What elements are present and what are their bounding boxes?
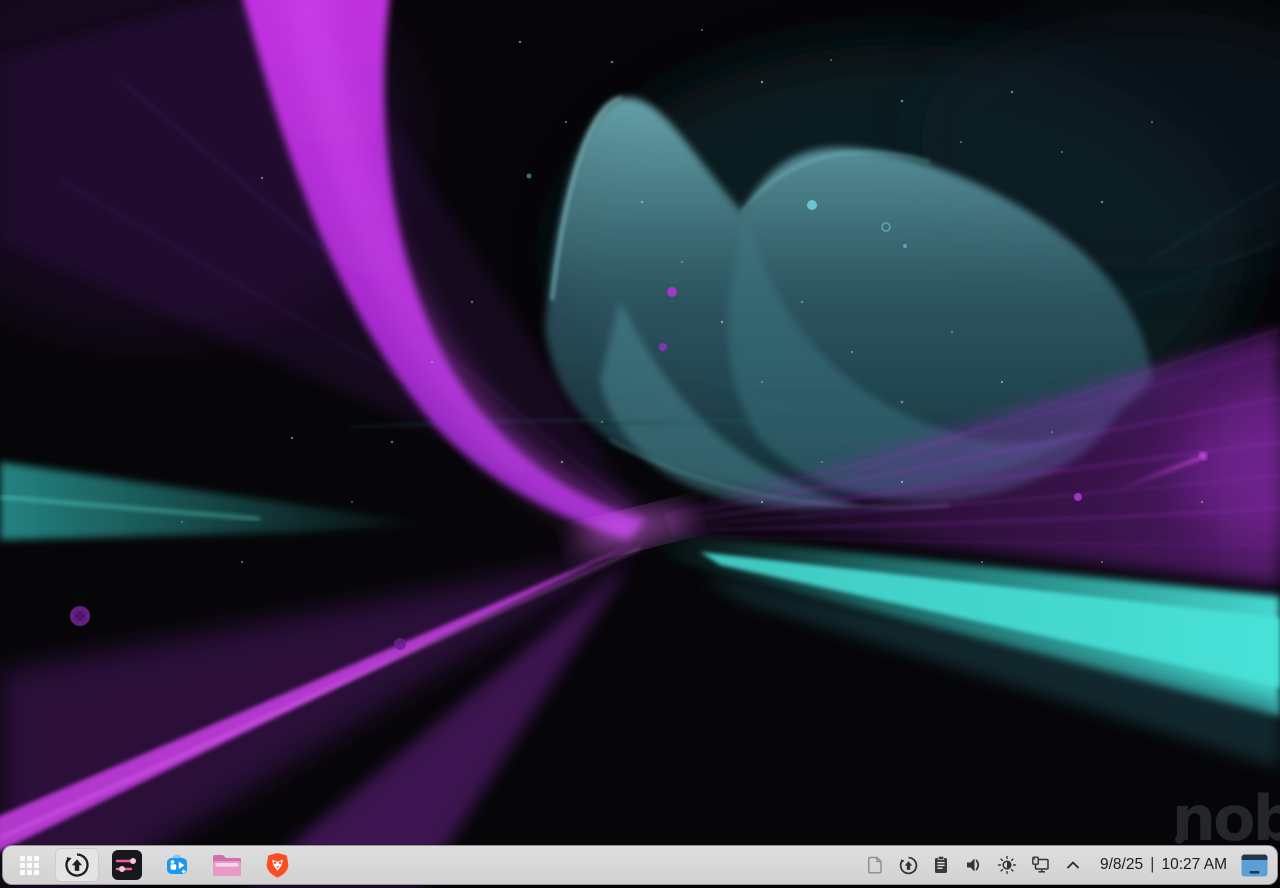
- tray-updates[interactable]: [894, 850, 923, 880]
- clipboard-icon: [931, 855, 951, 875]
- tray-volume[interactable]: [960, 850, 989, 880]
- clock-time: 10:27 AM: [1162, 856, 1228, 874]
- desktop[interactable]: nob: [0, 0, 1280, 888]
- wallpaper-image: [0, 0, 1280, 888]
- system-update-icon: [63, 851, 91, 879]
- brave-browser-icon: [263, 850, 292, 880]
- show-desktop-icon: [1241, 854, 1268, 877]
- tray-night-color[interactable]: [993, 850, 1022, 880]
- night-color-sun-icon: [997, 855, 1017, 875]
- tray-clipboard[interactable]: [927, 850, 956, 880]
- tray-expander[interactable]: [1059, 850, 1088, 880]
- tray-notifications[interactable]: [861, 850, 890, 880]
- taskbar-panel: 9/8/25 | 10:27 AM: [2, 845, 1278, 885]
- tweaks-sliders-icon: [112, 850, 142, 880]
- app-grid-icon: [20, 856, 39, 875]
- app-launcher-button[interactable]: [9, 848, 49, 882]
- expand-tray-chevron-icon: [1064, 856, 1082, 874]
- taskbar-left-group: [9, 848, 299, 882]
- display-configuration-icon: [1030, 855, 1051, 876]
- volume-icon: [964, 855, 984, 875]
- wallpaper-watermark-dot: [1175, 835, 1184, 844]
- task-tweaks-tool[interactable]: [105, 848, 149, 882]
- clock-separator: |: [1150, 854, 1154, 874]
- wallpaper-watermark: nob: [1172, 788, 1280, 850]
- task-file-manager[interactable]: [205, 848, 249, 882]
- file-manager-folder-icon: [211, 852, 243, 879]
- clock-date: 9/8/25: [1100, 856, 1143, 874]
- task-brave-browser[interactable]: [255, 848, 299, 882]
- tray-display-config[interactable]: [1026, 850, 1055, 880]
- task-system-updater[interactable]: [55, 848, 99, 882]
- notifications-document-icon: [865, 855, 885, 875]
- show-desktop-button[interactable]: [1237, 849, 1271, 881]
- updates-available-icon: [898, 855, 919, 876]
- task-discover-store[interactable]: [155, 848, 199, 882]
- system-tray: 9/8/25 | 10:27 AM: [861, 849, 1271, 881]
- discover-store-icon: [162, 850, 192, 880]
- digital-clock[interactable]: 9/8/25 | 10:27 AM: [1100, 855, 1227, 875]
